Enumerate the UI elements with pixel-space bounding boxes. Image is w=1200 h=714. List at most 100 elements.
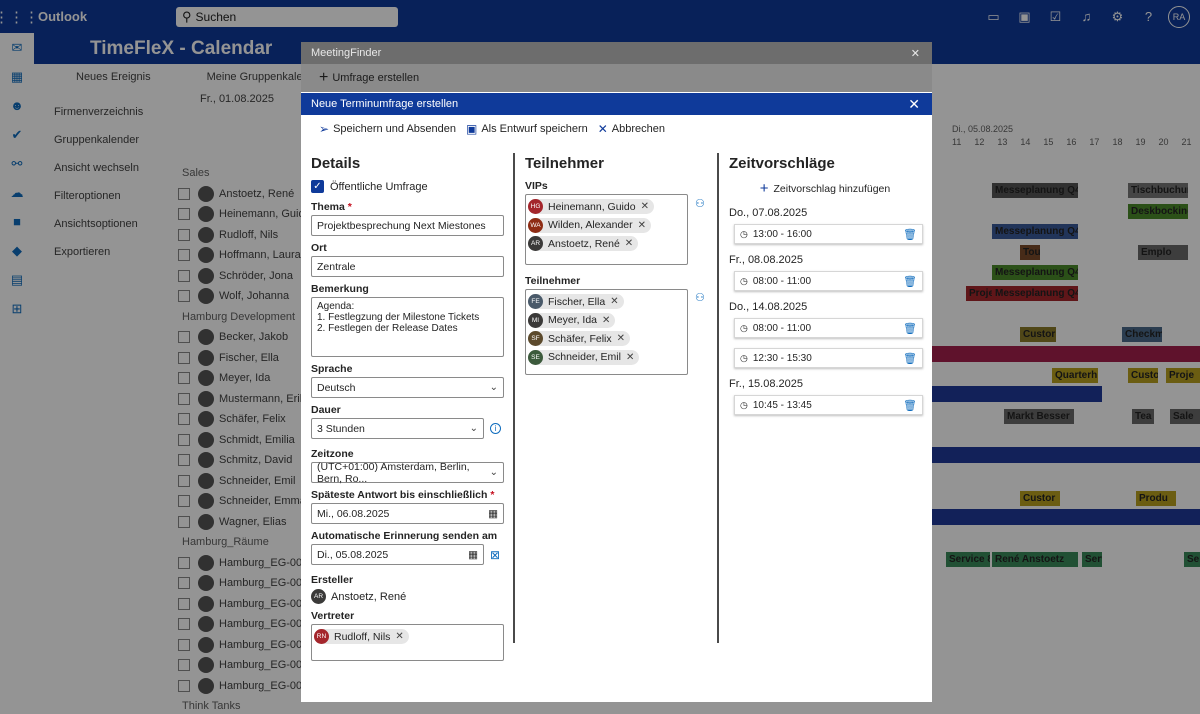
participant-chip: WA Wilden, Alexander ✕ <box>528 217 652 233</box>
attendees-label: Teilnehmer <box>525 275 581 287</box>
proposal-slot[interactable]: ◷ 08:00 - 11:00 🗑 <box>734 271 923 291</box>
public-poll-label: Öffentliche Umfrage <box>330 180 428 193</box>
proposal-slot[interactable]: ◷ 10:45 - 13:45 🗑 <box>734 395 923 415</box>
participant-chip: MI Meyer, Ida ✕ <box>528 312 616 328</box>
trash-icon[interactable]: 🗑 <box>903 352 917 365</box>
save-draft-label: Als Entwurf speichern <box>481 123 588 135</box>
language-select[interactable]: Deutsch ⌄ <box>311 377 504 398</box>
vips-label: VIPs <box>525 180 548 192</box>
participant-chip: SF Schäfer, Felix ✕ <box>528 331 631 346</box>
clock-icon: ◷ <box>740 399 748 410</box>
cancel-label: Abbrechen <box>611 123 666 135</box>
location-field[interactable]: Zentrale <box>311 256 504 277</box>
add-proposal-button[interactable]: + Zeitvorschlag hinzufügen <box>729 180 921 197</box>
duration-label: Dauer <box>311 404 341 416</box>
notes-label: Bemerkung <box>311 283 369 295</box>
calendar-icon[interactable]: ▦ <box>488 508 498 520</box>
create-poll-button[interactable]: Umfrage erstellen <box>332 72 419 84</box>
person-search-icon[interactable]: ⚇ <box>695 197 705 210</box>
delegate-chip: RN Rudloff, Nils ✕ <box>314 629 409 644</box>
close-icon[interactable]: ✕ <box>911 47 920 60</box>
details-column: Details ✓ Öffentliche Umfrage Thema * Pr… <box>311 155 505 661</box>
remove-icon[interactable]: ✕ <box>610 296 618 307</box>
clock-icon: ◷ <box>740 352 748 363</box>
save-draft-button[interactable]: ▣ Als Entwurf speichern <box>466 122 588 136</box>
column-divider <box>513 153 515 643</box>
add-proposal-label: Zeitvorschlag hinzufügen <box>773 182 891 195</box>
notes-textarea[interactable]: Agenda: 1. Festlegzung der Milestone Tic… <box>311 297 504 357</box>
clear-date-icon[interactable]: ⊠ <box>490 548 500 562</box>
participants-column: Teilnehmer VIPs HG Heinemann, Guido ✕ WA Wi… <box>525 155 705 375</box>
vips-picker[interactable]: HG Heinemann, Guido ✕ WA Wilden, Alexander ✕… <box>525 194 688 265</box>
location-label: Ort <box>311 242 327 254</box>
close-icon[interactable]: ✕ <box>908 96 920 113</box>
trash-icon[interactable]: 🗑 <box>903 275 917 288</box>
remove-icon[interactable]: ✕ <box>395 631 403 642</box>
clock-icon: ◷ <box>740 228 748 239</box>
meetingfinder-header: MeetingFinder ✕ <box>301 42 932 64</box>
creator-label: Ersteller <box>311 574 354 586</box>
avatar: SF <box>528 331 543 346</box>
creator-name: Anstoetz, René <box>331 590 407 603</box>
subject-field[interactable]: Projektbesprechung Next Miestones <box>311 215 504 236</box>
dialog-header: Neue Terminumfrage erstellen ✕ <box>301 93 932 115</box>
plus-icon: + <box>759 180 769 197</box>
trash-icon[interactable]: 🗑 <box>903 322 917 335</box>
save-send-button[interactable]: ➢ Speichern und Absenden <box>319 122 456 136</box>
creator-persona: AR Anstoetz, René <box>311 589 505 604</box>
timezone-label: Zeitzone <box>311 448 354 460</box>
clock-icon: ◷ <box>740 275 748 286</box>
trash-icon[interactable]: 🗑 <box>903 399 917 412</box>
proposals-heading: Zeitvorschläge <box>729 155 835 172</box>
participant-chip: SE Schneider, Emil ✕ <box>528 349 640 365</box>
proposal-slot[interactable]: ◷ 12:30 - 15:30 🗑 <box>734 348 923 368</box>
calendar-icon[interactable]: ▦ <box>468 549 478 561</box>
meetingfinder-title: MeetingFinder <box>311 47 382 59</box>
deadline-date-field[interactable]: Mi., 06.08.2025 ▦ <box>311 503 504 524</box>
delegate-label: Vertreter <box>311 610 355 622</box>
clock-icon: ◷ <box>740 322 748 333</box>
new-poll-dialog: Neue Terminumfrage erstellen ✕ ➢ Speiche… <box>301 93 932 661</box>
reminder-label: Automatische Erinnerung senden am <box>311 530 498 542</box>
proposal-day: Do., 14.08.2025 <box>729 301 808 313</box>
avatar: RN <box>314 629 329 644</box>
remove-icon[interactable]: ✕ <box>638 220 646 231</box>
subject-label: Thema * <box>311 201 352 213</box>
timezone-select[interactable]: (UTC+01:00) Amsterdam, Berlin, Bern, Ro.… <box>311 461 504 485</box>
send-icon: ➢ <box>319 122 330 136</box>
remove-icon[interactable]: ✕ <box>602 315 610 326</box>
save-send-label: Speichern und Absenden <box>333 123 456 135</box>
dialog-title: Neue Terminumfrage erstellen <box>311 98 459 110</box>
remove-icon[interactable]: ✕ <box>625 238 633 249</box>
public-poll-checkbox[interactable]: ✓ Öffentliche Umfrage <box>311 180 505 193</box>
duration-select[interactable]: 3 Stunden ⌄ <box>311 418 484 439</box>
remove-icon[interactable]: ✕ <box>641 201 649 212</box>
info-icon[interactable]: i <box>490 423 501 434</box>
chevron-down-icon: ⌄ <box>489 467 498 478</box>
dialog-command-bar: ➢ Speichern und Absenden ▣ Als Entwurf s… <box>301 115 932 143</box>
avatar: FE <box>528 294 543 309</box>
remove-icon[interactable]: ✕ <box>617 333 625 344</box>
avatar: AR <box>528 236 543 251</box>
proposal-day: Fr., 15.08.2025 <box>729 378 803 390</box>
trash-icon[interactable]: 🗑 <box>903 228 917 241</box>
proposal-slot[interactable]: ◷ 08:00 - 11:00 🗑 <box>734 318 923 338</box>
cancel-icon: ✕ <box>597 122 608 136</box>
attendees-picker[interactable]: FE Fischer, Ella ✕ MI Meyer, Ida ✕ SF Schäfer… <box>525 289 688 375</box>
checkmark-icon: ✓ <box>311 180 324 193</box>
person-search-icon[interactable]: ⚇ <box>695 291 705 304</box>
proposals-column: Zeitvorschläge + Zeitvorschlag hinzufüge… <box>729 155 923 425</box>
participants-heading: Teilnehmer <box>525 155 604 172</box>
reminder-date-field[interactable]: Di., 05.08.2025 ▦ <box>311 544 484 565</box>
avatar: MI <box>528 312 543 328</box>
save-icon: ▣ <box>466 122 478 136</box>
participant-chip: HG Heinemann, Guido ✕ <box>528 199 654 214</box>
avatar: WA <box>528 217 543 233</box>
delegate-picker[interactable]: RN Rudloff, Nils ✕ <box>311 624 504 661</box>
details-heading: Details <box>311 155 361 172</box>
avatar: AR <box>311 589 326 604</box>
proposal-slot[interactable]: ◷ 13:00 - 16:00 🗑 <box>734 224 923 244</box>
remove-icon[interactable]: ✕ <box>626 352 634 363</box>
avatar: SE <box>528 349 543 365</box>
cancel-button[interactable]: ✕ Abbrechen <box>598 122 665 136</box>
